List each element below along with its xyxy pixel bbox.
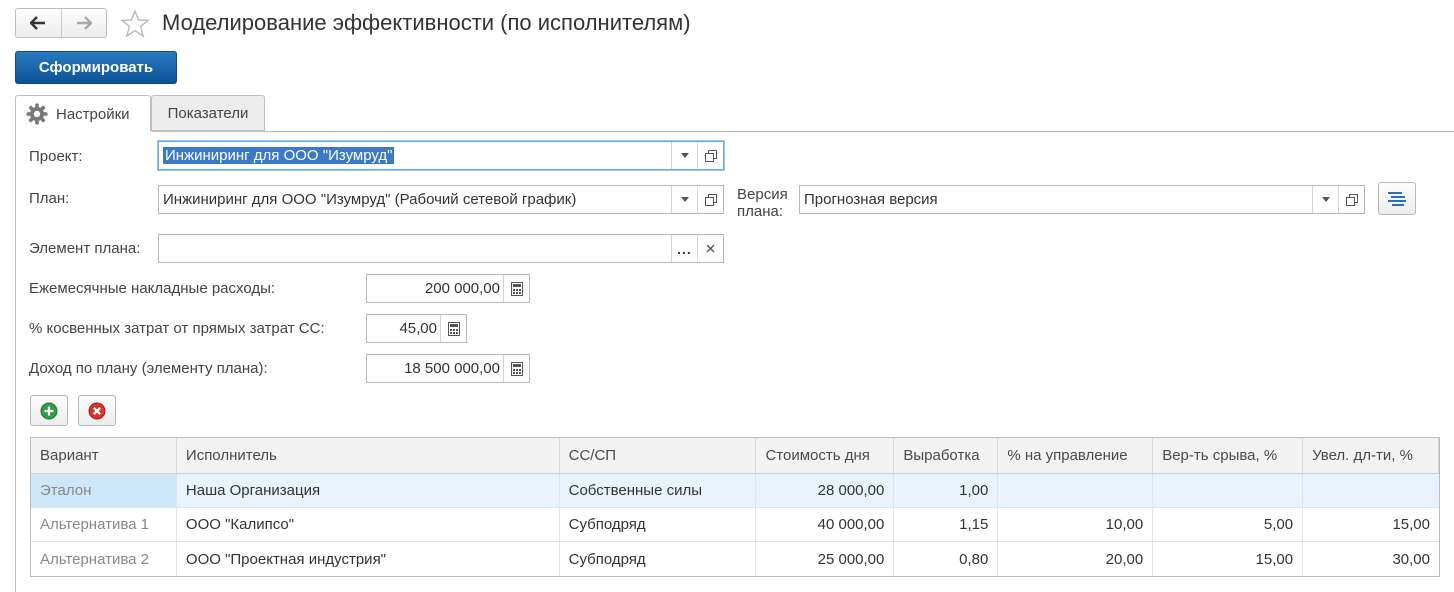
favorite-star-icon[interactable] — [120, 9, 150, 39]
column-header[interactable]: СС/СП — [560, 438, 757, 473]
increase-cell[interactable]: 30,00 — [1303, 542, 1439, 576]
plan-version-field[interactable]: Прогнозная версия — [799, 185, 1365, 214]
mgmt-cell[interactable]: 10,00 — [998, 508, 1154, 541]
tab-indicators-label: Показатели — [167, 104, 249, 122]
add-icon — [40, 402, 58, 419]
plan-version-label-line2: плана: — [737, 203, 784, 220]
arrow-right-icon — [76, 16, 92, 30]
risk-cell[interactable]: 5,00 — [1153, 508, 1304, 541]
column-header[interactable]: Исполнитель — [177, 438, 560, 473]
day-cost-cell[interactable]: 28 000,00 — [756, 474, 895, 507]
variant-cell[interactable]: Альтернатива 2 — [31, 542, 177, 576]
chevron-down-icon — [680, 197, 689, 202]
increase-cell[interactable] — [1303, 474, 1439, 507]
plan-dropdown-button[interactable] — [671, 186, 697, 213]
type-cell[interactable]: Субподряд — [560, 542, 757, 576]
table-row[interactable]: Альтернатива 2 ООО "Проектная индустрия"… — [31, 542, 1439, 576]
variant-cell[interactable]: Альтернатива 1 — [31, 508, 177, 541]
variant-cell[interactable]: Эталон — [31, 474, 177, 507]
project-open-button[interactable] — [697, 142, 723, 169]
list-align-icon — [1388, 191, 1406, 206]
open-window-icon — [704, 149, 717, 162]
plan-income-value: 18 500 000,00 — [404, 360, 500, 377]
project-value: Инжиниринг для ООО "Изумруд" — [163, 147, 395, 164]
back-button[interactable] — [16, 9, 61, 37]
output-cell[interactable]: 1,00 — [894, 474, 999, 507]
monthly-overhead-value: 200 000,00 — [424, 280, 500, 297]
type-cell[interactable]: Субподряд — [560, 508, 757, 541]
mgmt-cell[interactable]: 20,00 — [998, 542, 1154, 576]
type-cell[interactable]: Собственные силы — [560, 474, 757, 507]
history-nav — [15, 8, 107, 38]
increase-cell[interactable]: 15,00 — [1303, 508, 1439, 541]
calculator-icon[interactable] — [503, 275, 529, 302]
variants-table: Вариант Исполнитель СС/СП Стоимость дня … — [30, 437, 1440, 577]
generate-button[interactable]: Сформировать — [15, 51, 177, 84]
plan-element-field[interactable]: ... — [158, 234, 724, 263]
plan-version-open-button[interactable] — [1338, 186, 1364, 213]
panel-border — [15, 131, 16, 592]
plan-element-clear-button[interactable] — [697, 235, 723, 262]
table-row[interactable]: Альтернатива 1 ООО "Калипсо" Субподряд 4… — [31, 508, 1439, 542]
column-header[interactable]: Вариант — [31, 438, 177, 473]
tab-divider — [152, 131, 1454, 132]
arrow-left-icon — [30, 16, 46, 30]
plan-value: Инжиниринг для ООО "Изумруд" (Рабочий се… — [163, 191, 577, 208]
day-cost-cell[interactable]: 40 000,00 — [756, 508, 895, 541]
plan-field[interactable]: Инжиниринг для ООО "Изумруд" (Рабочий се… — [158, 185, 724, 214]
column-header[interactable]: Выработка — [894, 438, 999, 473]
plan-version-value: Прогнозная версия — [804, 191, 938, 208]
forward-button[interactable] — [60, 9, 107, 37]
project-label: Проект: — [29, 148, 83, 165]
risk-cell[interactable] — [1153, 474, 1304, 507]
column-header[interactable]: Увел. дл-ти, % — [1303, 438, 1439, 473]
executor-cell[interactable]: Наша Организация — [177, 474, 560, 507]
plan-element-choose-button[interactable]: ... — [671, 235, 697, 262]
project-field[interactable]: Инжиниринг для ООО "Изумруд" — [158, 141, 724, 170]
project-dropdown-button[interactable] — [671, 142, 697, 169]
risk-cell[interactable]: 15,00 — [1153, 542, 1304, 576]
output-cell[interactable]: 0,80 — [894, 542, 999, 576]
output-cell[interactable]: 1,15 — [894, 508, 999, 541]
ellipsis-icon: ... — [677, 240, 692, 257]
tab-settings[interactable]: Настройки — [15, 95, 151, 132]
add-row-button[interactable] — [30, 395, 68, 426]
plan-label: План: — [29, 190, 70, 207]
gear-icon — [26, 103, 48, 125]
monthly-overhead-label: Ежемесячные накладные расходы: — [29, 280, 276, 297]
indirect-percent-label: % косвенных затрат от прямых затрат СС: — [29, 320, 325, 337]
tab-indicators[interactable]: Показатели — [151, 95, 265, 131]
delete-icon — [88, 402, 106, 419]
column-header[interactable]: Вер-ть срыва, % — [1153, 438, 1304, 473]
page-title: Моделирование эффективности (по исполнит… — [162, 10, 691, 35]
calculator-icon[interactable] — [503, 355, 529, 382]
open-window-icon — [1345, 193, 1358, 206]
plan-income-field[interactable]: 18 500 000,00 — [366, 354, 530, 383]
executor-cell[interactable]: ООО "Проектная индустрия" — [177, 542, 560, 576]
close-icon — [706, 244, 715, 253]
calculator-icon[interactable] — [440, 315, 466, 342]
plan-version-dropdown-button[interactable] — [1312, 186, 1338, 213]
plan-element-label: Элемент плана: — [29, 240, 141, 257]
indirect-percent-field[interactable]: 45,00 — [366, 314, 467, 343]
monthly-overhead-field[interactable]: 200 000,00 — [366, 274, 530, 303]
open-window-icon — [704, 193, 717, 206]
column-header[interactable]: % на управление — [998, 438, 1154, 473]
tab-settings-label: Настройки — [56, 105, 130, 123]
plan-open-button[interactable] — [697, 186, 723, 213]
column-header[interactable]: Стоимость дня — [756, 438, 895, 473]
executor-cell[interactable]: ООО "Калипсо" — [177, 508, 560, 541]
plan-settings-button[interactable] — [1378, 182, 1416, 215]
plan-version-label-line1: Версия — [737, 186, 788, 203]
day-cost-cell[interactable]: 25 000,00 — [756, 542, 895, 576]
chevron-down-icon — [1321, 197, 1330, 202]
table-row[interactable]: Эталон Наша Организация Собственные силы… — [31, 474, 1439, 508]
mgmt-cell[interactable] — [998, 474, 1154, 507]
plan-income-label: Доход по плану (элементу плана): — [29, 360, 268, 377]
table-header: Вариант Исполнитель СС/СП Стоимость дня … — [31, 438, 1439, 474]
plan-version-label: Версия плана: — [737, 186, 788, 220]
indirect-percent-value: 45,00 — [399, 320, 437, 337]
delete-row-button[interactable] — [78, 395, 116, 426]
chevron-down-icon — [680, 153, 689, 158]
